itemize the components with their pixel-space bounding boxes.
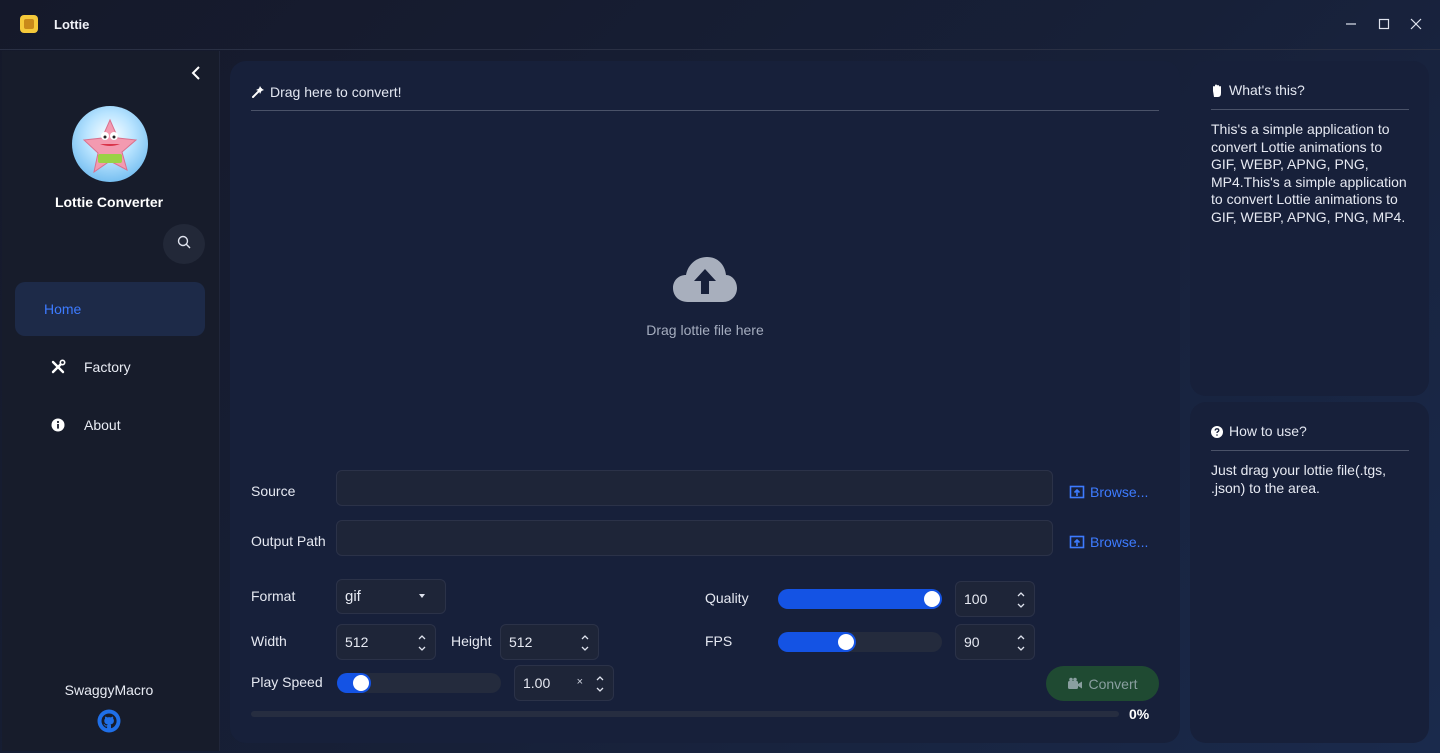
stepper-arrows-icon[interactable]	[595, 673, 605, 695]
video-camera-icon	[1067, 677, 1083, 691]
whats-this-header: What's this?	[1211, 82, 1305, 98]
format-label: Format	[251, 588, 296, 604]
title-bar: Lottie	[0, 0, 1440, 50]
search-button[interactable]	[163, 224, 205, 264]
cloud-upload-icon	[672, 254, 738, 304]
sidebar-item-label: About	[84, 417, 121, 433]
slider-fill	[778, 589, 942, 609]
window-title: Lottie	[54, 17, 90, 32]
quality-slider[interactable]	[778, 589, 942, 609]
quality-label: Quality	[705, 590, 749, 606]
output-path-input[interactable]	[336, 520, 1053, 556]
progress-bar	[251, 711, 1119, 717]
question-icon	[1211, 425, 1223, 438]
sidebar-item-label: Factory	[84, 359, 131, 375]
output-browse-button[interactable]: Browse...	[1069, 532, 1148, 552]
source-input[interactable]	[336, 470, 1053, 506]
divider	[1211, 109, 1409, 110]
drop-zone-text: Drag lottie file here	[646, 322, 764, 338]
chevron-left-icon[interactable]	[186, 63, 206, 83]
upload-box-icon	[1069, 534, 1085, 550]
patrick-star-avatar	[72, 106, 148, 182]
fps-stepper[interactable]: 90	[955, 624, 1035, 660]
play-speed-label: Play Speed	[251, 674, 323, 690]
sidebar-item-about[interactable]: About	[15, 398, 205, 452]
width-label: Width	[251, 633, 287, 649]
upload-box-icon	[1069, 484, 1085, 500]
source-browse-button[interactable]: Browse...	[1069, 482, 1148, 502]
close-icon[interactable]	[1406, 14, 1426, 34]
search-icon	[177, 235, 191, 254]
minimize-icon[interactable]	[1341, 14, 1361, 34]
width-value: 512	[345, 634, 369, 650]
play-speed-stepper[interactable]: 1.00 ×	[514, 665, 614, 701]
stepper-arrows-icon[interactable]	[580, 632, 590, 654]
hand-icon	[1211, 84, 1223, 97]
sidebar-item-label: Home	[44, 301, 82, 317]
sidebar-app-name: Lottie Converter	[54, 194, 164, 210]
divider	[1211, 450, 1409, 451]
progress-text: 0%	[1129, 706, 1150, 722]
how-to-use-header: How to use?	[1211, 423, 1307, 439]
whats-this-panel: What's this? This's a simple application…	[1190, 61, 1429, 396]
main-panel: Drag here to convert! Drag lottie file h…	[230, 61, 1180, 743]
fps-label: FPS	[705, 633, 733, 649]
author-name: SwaggyMacro	[64, 682, 154, 698]
app-icon	[20, 15, 38, 33]
drop-zone[interactable]	[251, 121, 1159, 501]
format-select[interactable]: gif	[336, 579, 446, 614]
maximize-icon[interactable]	[1374, 14, 1394, 34]
drag-header-text: Drag here to convert!	[270, 84, 402, 100]
stepper-arrows-icon[interactable]	[1016, 589, 1026, 611]
whats-this-text: This's a simple application to convert L…	[1211, 121, 1407, 225]
sidebar-item-home[interactable]: Home	[15, 282, 205, 336]
how-to-use-text: Just drag your lottie file(.tgs, .json) …	[1211, 462, 1387, 496]
play-speed-suffix: ×	[576, 676, 583, 688]
convert-label: Convert	[1088, 675, 1138, 692]
output-path-label: Output Path	[251, 533, 326, 549]
caret-down-icon	[419, 594, 425, 598]
convert-button[interactable]: Convert	[1046, 666, 1159, 701]
height-label: Height	[451, 633, 492, 649]
divider	[251, 110, 1159, 111]
fps-value: 90	[964, 634, 980, 650]
play-speed-slider[interactable]	[337, 673, 501, 693]
tools-icon	[49, 358, 67, 376]
wand-icon	[251, 85, 265, 99]
height-stepper[interactable]: 512	[500, 624, 599, 660]
play-speed-value: 1.00	[523, 675, 551, 691]
sidebar-item-factory[interactable]: Factory	[15, 340, 205, 394]
stepper-arrows-icon[interactable]	[1016, 632, 1026, 654]
slider-knob[interactable]	[837, 634, 854, 650]
drag-header: Drag here to convert!	[251, 82, 402, 102]
how-to-use-title: How to use?	[1229, 423, 1307, 439]
height-value: 512	[509, 634, 533, 650]
browse-label: Browse...	[1090, 534, 1149, 550]
width-stepper[interactable]: 512	[336, 624, 436, 660]
slider-knob[interactable]	[924, 591, 940, 607]
stepper-arrows-icon[interactable]	[417, 632, 427, 654]
browse-label: Browse...	[1090, 484, 1149, 500]
how-to-use-panel: How to use? Just drag your lottie file(.…	[1190, 402, 1429, 743]
fps-slider[interactable]	[778, 632, 942, 652]
info-icon	[49, 416, 67, 434]
whats-this-title: What's this?	[1229, 82, 1305, 98]
source-label: Source	[251, 483, 296, 499]
format-value: gif	[345, 588, 361, 605]
quality-stepper[interactable]: 100	[955, 581, 1035, 617]
github-icon[interactable]	[97, 709, 121, 733]
sidebar: Lottie Converter Home Factory About Swag…	[2, 51, 220, 751]
quality-value: 100	[964, 591, 988, 607]
